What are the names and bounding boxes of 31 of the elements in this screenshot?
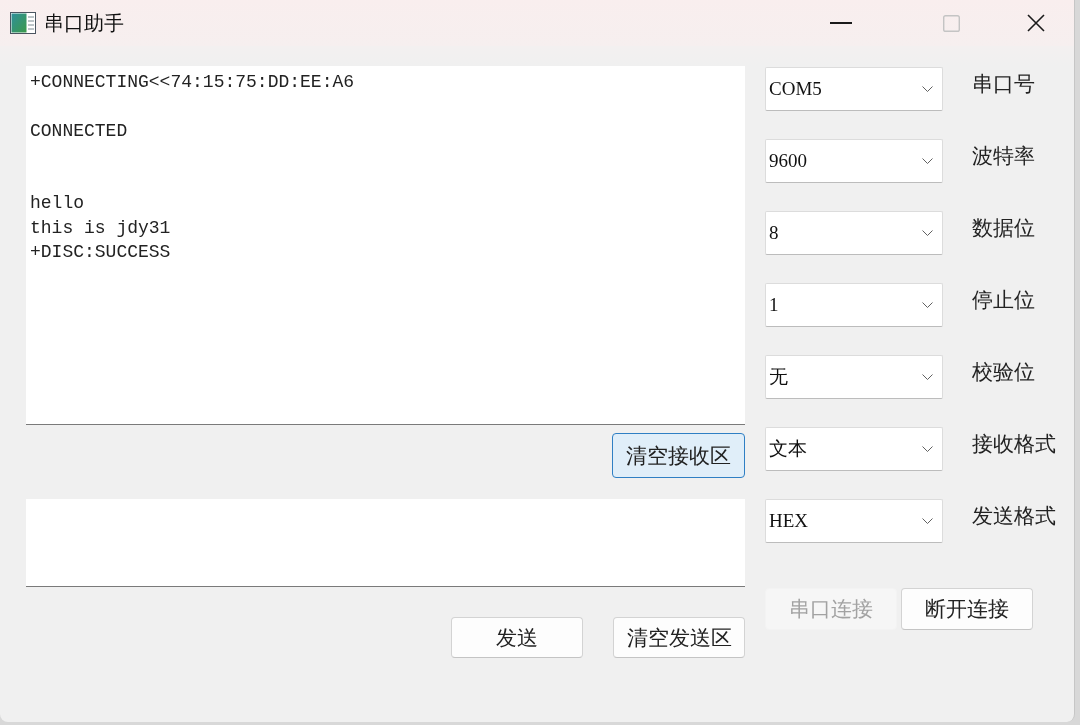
- app-icon: [10, 12, 36, 34]
- chevron-icon: [922, 446, 933, 452]
- dropdown[interactable]: COM5: [765, 67, 943, 111]
- chevron-icon: [922, 302, 933, 308]
- send-button[interactable]: 发送: [451, 617, 583, 658]
- setting-label: 发送格式: [972, 504, 1056, 528]
- chevron-icon: [922, 230, 933, 236]
- clear-receive-button[interactable]: 清空接收区: [612, 433, 745, 478]
- dropdown[interactable]: 8: [765, 211, 943, 255]
- send-text-area[interactable]: [26, 499, 745, 587]
- dropdown[interactable]: 文本: [765, 427, 943, 471]
- close-icon[interactable]: [1027, 14, 1045, 32]
- setting-label: 串口号: [972, 72, 1035, 96]
- dropdown[interactable]: 1: [765, 283, 943, 327]
- setting-label: 波特率: [972, 144, 1035, 168]
- chevron-icon: [922, 158, 933, 164]
- setting-label: 数据位: [972, 216, 1035, 240]
- clear-send-button[interactable]: 清空发送区: [613, 617, 745, 658]
- chevron-icon: [922, 518, 933, 524]
- window-title: 串口助手: [44, 10, 124, 36]
- chevron-icon: [922, 374, 933, 380]
- setting-label: 接收格式: [972, 432, 1056, 456]
- dropdown[interactable]: HEX: [765, 499, 943, 543]
- setting-label: 校验位: [972, 360, 1035, 384]
- disconnect-button[interactable]: 断开连接: [901, 588, 1033, 630]
- setting-label: 停止位: [972, 288, 1035, 312]
- chevron-icon: [922, 86, 933, 92]
- minimize-icon[interactable]: [830, 22, 852, 24]
- dropdown[interactable]: 无: [765, 355, 943, 399]
- receive-text-area[interactable]: +CONNECTING<<74:15:75:DD:EE:A6 CONNECTED hello this is jdy31 +DISC:SUCCESS: [26, 66, 745, 425]
- dropdown[interactable]: 9600: [765, 139, 943, 183]
